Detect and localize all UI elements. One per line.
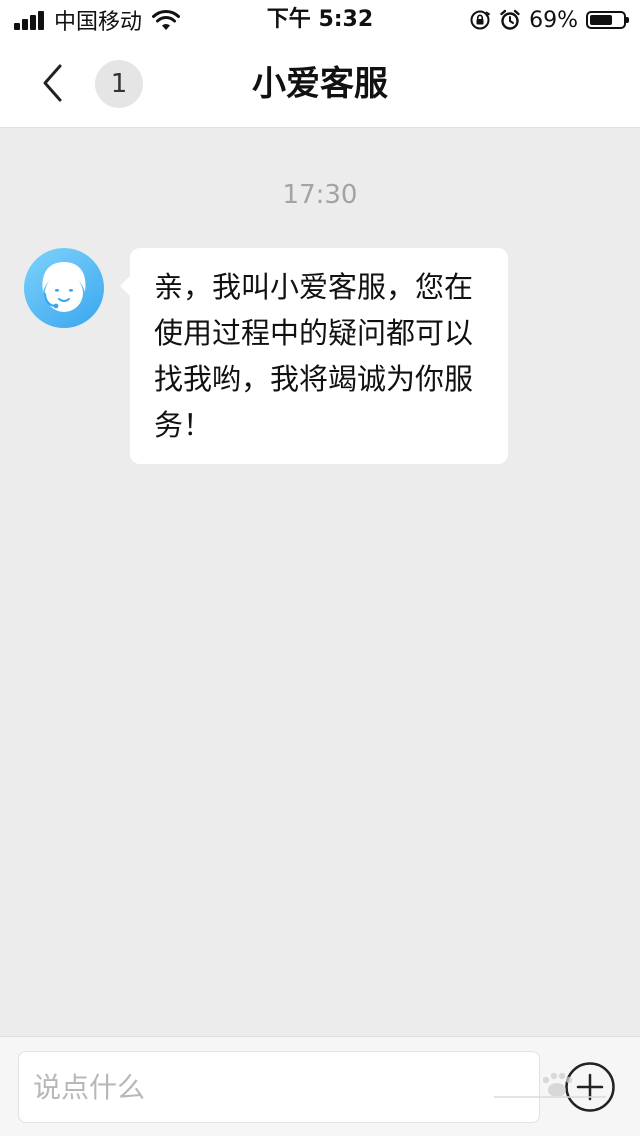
orientation-lock-icon <box>470 10 491 30</box>
battery-icon <box>586 11 629 29</box>
plus-circle-icon[interactable] <box>564 1061 616 1113</box>
message-text: 亲，我叫小爱客服，您在使用过程中的疑问都可以找我哟，我将竭诚为你服务！ <box>154 270 474 442</box>
status-bar: 中国移动 下午 5:32 69% <box>0 0 640 40</box>
input-bar <box>0 1036 640 1136</box>
bubble-tail <box>120 276 130 296</box>
status-right: 69% <box>469 6 629 34</box>
agent-avatar-icon[interactable] <box>24 248 104 328</box>
page-title: 小爱客服 <box>252 64 388 104</box>
alarm-icon <box>500 9 520 30</box>
agent-face-icon <box>42 262 86 312</box>
agent-message-bubble[interactable]: 亲，我叫小爱客服，您在使用过程中的疑问都可以找我哟，我将竭诚为你服务！ <box>120 248 508 464</box>
battery-level <box>590 15 612 25</box>
chat-area[interactable]: 17:30 亲，我叫小爱客服，您在使用过程中的疑问都可以找我哟，我将竭诚为你服务… <box>0 128 640 1036</box>
nav-bar: 1 小爱客服 <box>0 40 640 128</box>
message-input[interactable] <box>18 1051 540 1123</box>
message-timestamp: 17:30 <box>282 180 358 210</box>
battery-percent: 69% <box>529 7 578 33</box>
